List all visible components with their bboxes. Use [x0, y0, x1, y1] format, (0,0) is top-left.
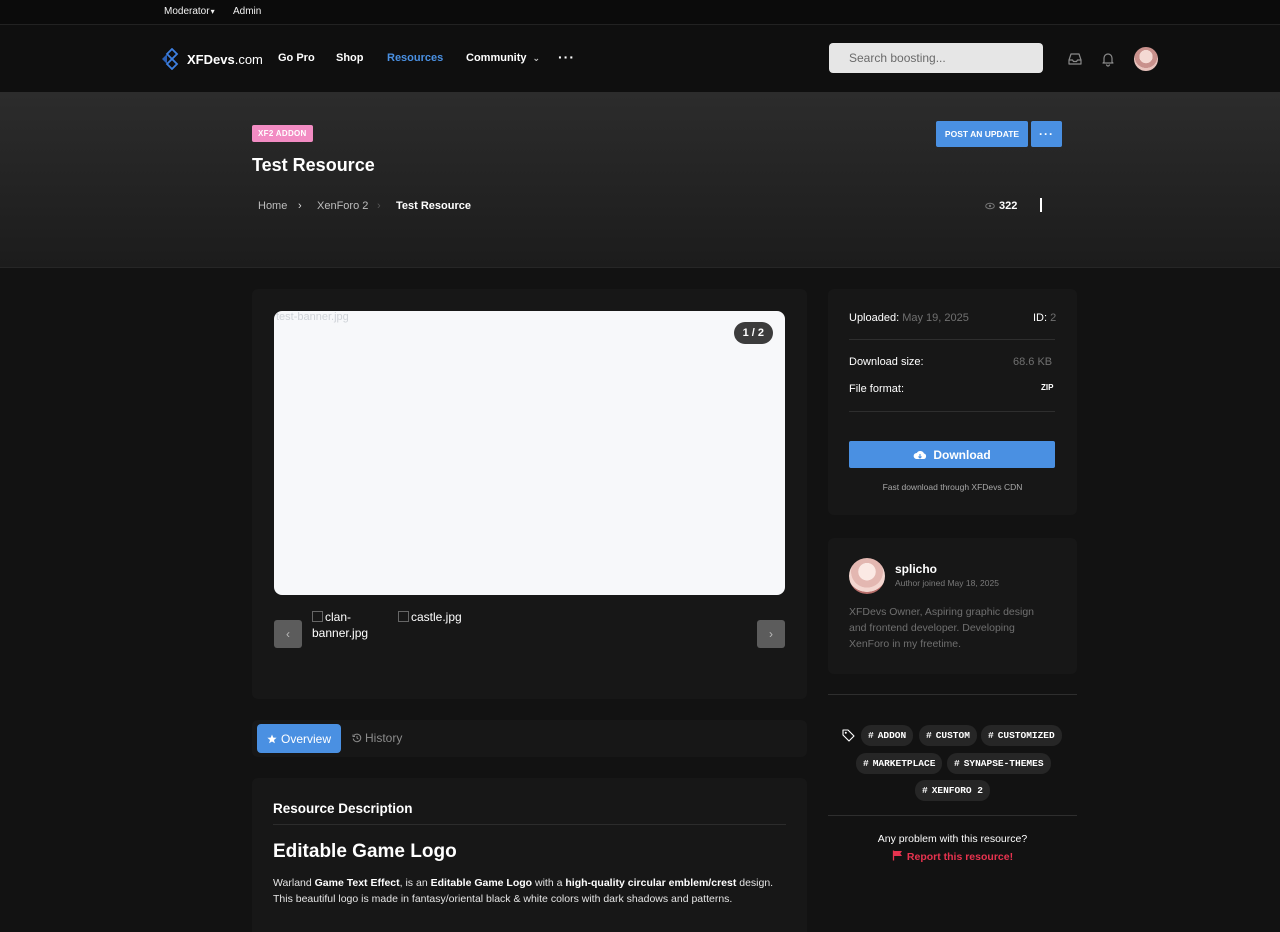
divider — [273, 824, 786, 825]
tab-history-label: History — [365, 731, 403, 745]
cloud-download-icon — [913, 450, 927, 459]
moderator-menu[interactable]: Moderator▾ — [164, 6, 215, 17]
tag-icon — [842, 729, 855, 742]
tag-customized[interactable]: # CUSTOMIZED — [981, 725, 1062, 746]
thumbnail-label: castle.jpg — [411, 610, 462, 624]
breadcrumb-home[interactable]: Home — [258, 200, 287, 212]
chevron-down-icon: ⌄ — [532, 53, 541, 63]
resource-tabs: Overview History — [252, 720, 807, 757]
tag-xenforo-2[interactable]: # XENFORO 2 — [915, 780, 991, 801]
resource-info: Uploaded: May 19, 2025 ID: 2 Download si… — [828, 289, 1077, 515]
search-input[interactable] — [829, 43, 1043, 73]
tab-overview-label: Overview — [280, 731, 331, 746]
nav-more-button[interactable]: ··· — [558, 49, 575, 65]
nav-shop[interactable]: Shop — [336, 52, 364, 64]
admin-link[interactable]: Admin — [233, 6, 261, 17]
download-size-value: 68.6 KB — [1013, 356, 1053, 368]
broken-image-icon — [398, 611, 409, 622]
chevron-right-icon: › — [298, 200, 302, 212]
next-image-button[interactable]: › — [757, 620, 785, 648]
author-bio: XFDevs Owner, Aspiring graphic design an… — [849, 606, 1035, 650]
divider — [828, 694, 1077, 695]
bell-icon[interactable] — [1100, 51, 1116, 67]
history-icon — [352, 733, 362, 743]
page-title: Test Resource — [252, 155, 375, 175]
image-counter: 1 / 2 — [733, 322, 773, 344]
nav-go-pro[interactable]: Go Pro — [278, 52, 315, 64]
author-avatar[interactable] — [849, 558, 885, 594]
main-image[interactable]: test-banner.jpg 1 / 2 — [274, 311, 785, 595]
report-question: Any problem with this resource? — [877, 833, 1028, 845]
description-text: Warland Game Text Effect, is an Editable… — [273, 877, 774, 905]
main-image-alt: test-banner.jpg — [276, 311, 349, 323]
eye-icon — [985, 202, 995, 210]
tab-overview[interactable]: Overview — [257, 724, 341, 753]
divider — [849, 339, 1055, 340]
resource-description: Resource Description Editable Game Logo … — [252, 778, 807, 932]
breadcrumb-xenforo2[interactable]: XenForo 2 — [317, 200, 368, 212]
site-logo[interactable]: XFDevs.com — [161, 48, 263, 70]
cdn-note: Fast download through XFDevs CDN — [882, 482, 1023, 492]
post-update-button[interactable]: POST AN UPDATE — [936, 121, 1028, 147]
category-badge[interactable]: XF2 ADDON — [252, 125, 313, 142]
file-format-value: ZIP — [1041, 383, 1054, 392]
image-gallery: test-banner.jpg 1 / 2 ‹ clan-banner.jpg … — [252, 289, 807, 699]
view-count: 322 — [985, 200, 1017, 212]
download-button[interactable]: Download — [849, 441, 1055, 468]
site-header: XFDevs.com Go Pro Shop Resources Communi… — [0, 25, 1280, 92]
thumbnail-clan-banner[interactable]: clan-banner.jpg — [312, 609, 382, 641]
logo-text: XFDevs.com — [187, 51, 263, 67]
prev-image-button[interactable]: ‹ — [274, 620, 302, 648]
broken-image-icon — [312, 611, 323, 622]
staff-bar: Moderator▾ Admin — [0, 0, 1280, 25]
download-label: Download — [933, 447, 991, 462]
chevron-right-icon: › — [377, 200, 381, 212]
user-avatar[interactable] — [1134, 47, 1158, 71]
author-name[interactable]: splicho — [895, 562, 937, 576]
nav-community-label: Community — [466, 52, 527, 64]
logo-icon — [162, 48, 179, 70]
star-icon — [267, 734, 277, 743]
download-size-label: Download size: — [849, 356, 924, 368]
divider — [828, 815, 1077, 816]
author-card: splicho Author joined May 18, 2025 XFDev… — [828, 538, 1077, 674]
resource-id: ID: 2 — [1033, 312, 1057, 324]
moderator-label: Moderator — [164, 6, 210, 17]
file-format-label: File format: — [849, 383, 905, 395]
inbox-icon[interactable] — [1067, 51, 1083, 67]
more-actions-button[interactable]: ··· — [1031, 121, 1062, 147]
uploaded-info: Uploaded: May 19, 2025 — [849, 312, 969, 324]
chevron-down-icon: ▾ — [210, 7, 215, 16]
nav-resources[interactable]: Resources — [387, 52, 443, 64]
flag-icon — [892, 850, 902, 861]
resource-banner: XF2 ADDON Test Resource Home › XenForo 2… — [0, 92, 1280, 268]
thumbnail-castle[interactable]: castle.jpg — [398, 609, 462, 625]
description-heading: Resource Description — [273, 801, 413, 816]
breadcrumb-current: Test Resource — [396, 200, 471, 212]
tab-history[interactable]: History — [352, 731, 402, 745]
tag-addon[interactable]: # ADDON — [861, 725, 914, 746]
report-link-label: Report this resource! — [906, 851, 1014, 863]
divider — [849, 411, 1055, 412]
tag-marketplace[interactable]: # MARKETPLACE — [856, 753, 943, 774]
description-title: Editable Game Logo — [273, 841, 457, 862]
divider — [1040, 198, 1042, 212]
author-joined: Author joined May 18, 2025 — [895, 578, 999, 588]
view-count-value: 322 — [999, 200, 1018, 212]
nav-community[interactable]: Community ⌄ — [466, 52, 540, 64]
tag-custom[interactable]: # CUSTOM — [919, 725, 977, 746]
report-link[interactable]: Report this resource! — [828, 850, 1077, 863]
tag-synapse-themes[interactable]: # SYNAPSE-THEMES — [947, 753, 1051, 774]
